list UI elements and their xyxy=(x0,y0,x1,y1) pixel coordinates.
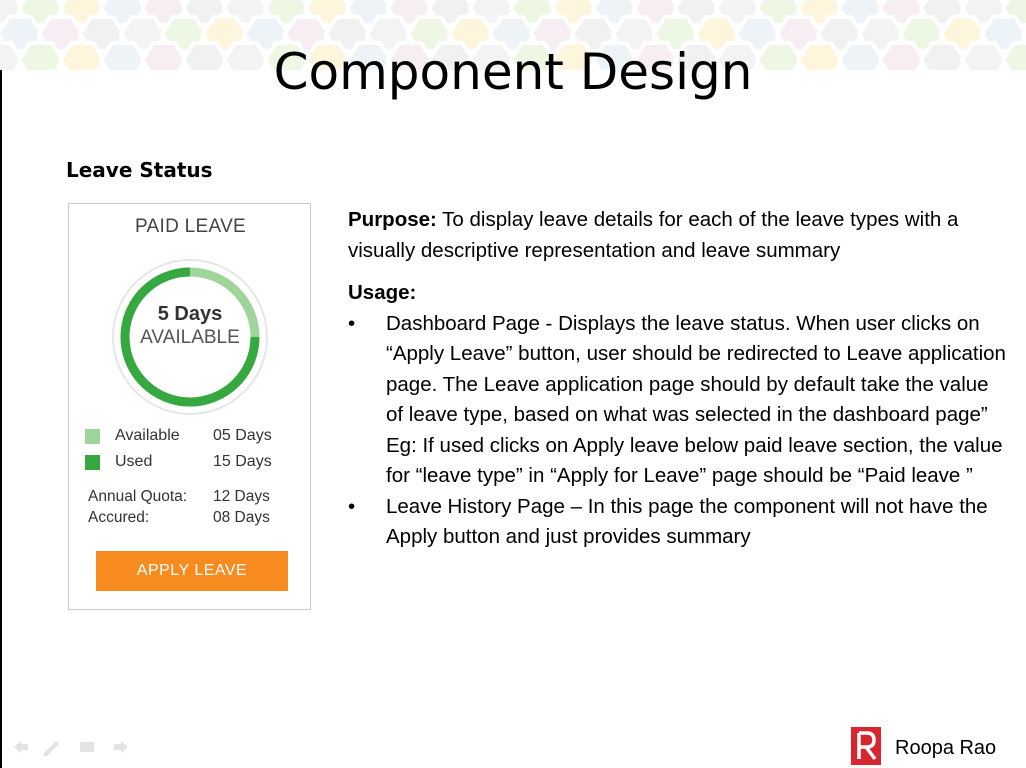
bullet-dashboard-page: • Dashboard Page - Displays the leave st… xyxy=(348,309,1008,492)
pen-icon[interactable] xyxy=(43,741,59,756)
legend-value: 05 Days xyxy=(213,427,272,444)
purpose-label: Purpose: xyxy=(348,208,437,231)
slide-left-border xyxy=(0,0,2,768)
donut-center-text: 5 Days AVAILABLE xyxy=(110,302,270,350)
bullet-text: Leave History Page – In this page the co… xyxy=(386,494,988,549)
slide: Component Design Leave Status PAID LEAVE… xyxy=(0,0,1026,768)
accrued-label: Accured: xyxy=(88,509,150,526)
usage-heading: Usage: xyxy=(348,281,417,304)
slide-navigation-controls xyxy=(14,741,128,756)
legend-value: 15 Days xyxy=(213,453,272,470)
bullet-example: Eg: If used clicks on Apply leave below … xyxy=(386,433,1003,488)
previous-arrow-icon[interactable] xyxy=(14,741,28,753)
legend-label: Used xyxy=(115,453,153,470)
accrued-value: 08 Days xyxy=(213,509,270,526)
legend-label: Available xyxy=(115,427,180,444)
bullet-dot: • xyxy=(348,311,356,335)
bullet-text: Dashboard Page - Displays the leave stat… xyxy=(386,311,1006,427)
bullet-dot: • xyxy=(348,494,356,518)
legend-swatch-available xyxy=(85,429,100,444)
card-title: PAID LEAVE xyxy=(134,216,247,237)
menu-icon[interactable] xyxy=(80,742,94,752)
author-logo-icon xyxy=(851,727,881,765)
legend-used: Used 15 Days xyxy=(85,453,295,473)
author-name: Roopa Rao xyxy=(895,737,997,759)
purpose-text: To display leave details for each of the… xyxy=(348,208,959,262)
legend-available: Available 05 Days xyxy=(85,427,295,447)
purpose-paragraph: Purpose: To display leave details for ea… xyxy=(348,205,1008,266)
apply-leave-button[interactable]: APPLY LEAVE xyxy=(96,551,288,591)
available-days: 5 Days xyxy=(157,303,223,325)
available-label: AVAILABLE xyxy=(140,327,240,348)
legend-swatch-used xyxy=(85,455,100,470)
leave-status-card: PAID LEAVE 5 Days AVAILABLE Available 05… xyxy=(68,203,311,610)
quota-label: Annual Quota: xyxy=(88,488,188,505)
next-arrow-icon[interactable] xyxy=(114,741,128,753)
bullet-leave-history-page: • Leave History Page – In this page the … xyxy=(348,492,1008,553)
section-heading: Leave Status xyxy=(66,158,213,182)
description-text: Purpose: To display leave details for ea… xyxy=(348,205,1008,553)
page-title: Component Design xyxy=(273,43,753,101)
quota-value: 12 Days xyxy=(213,488,270,505)
